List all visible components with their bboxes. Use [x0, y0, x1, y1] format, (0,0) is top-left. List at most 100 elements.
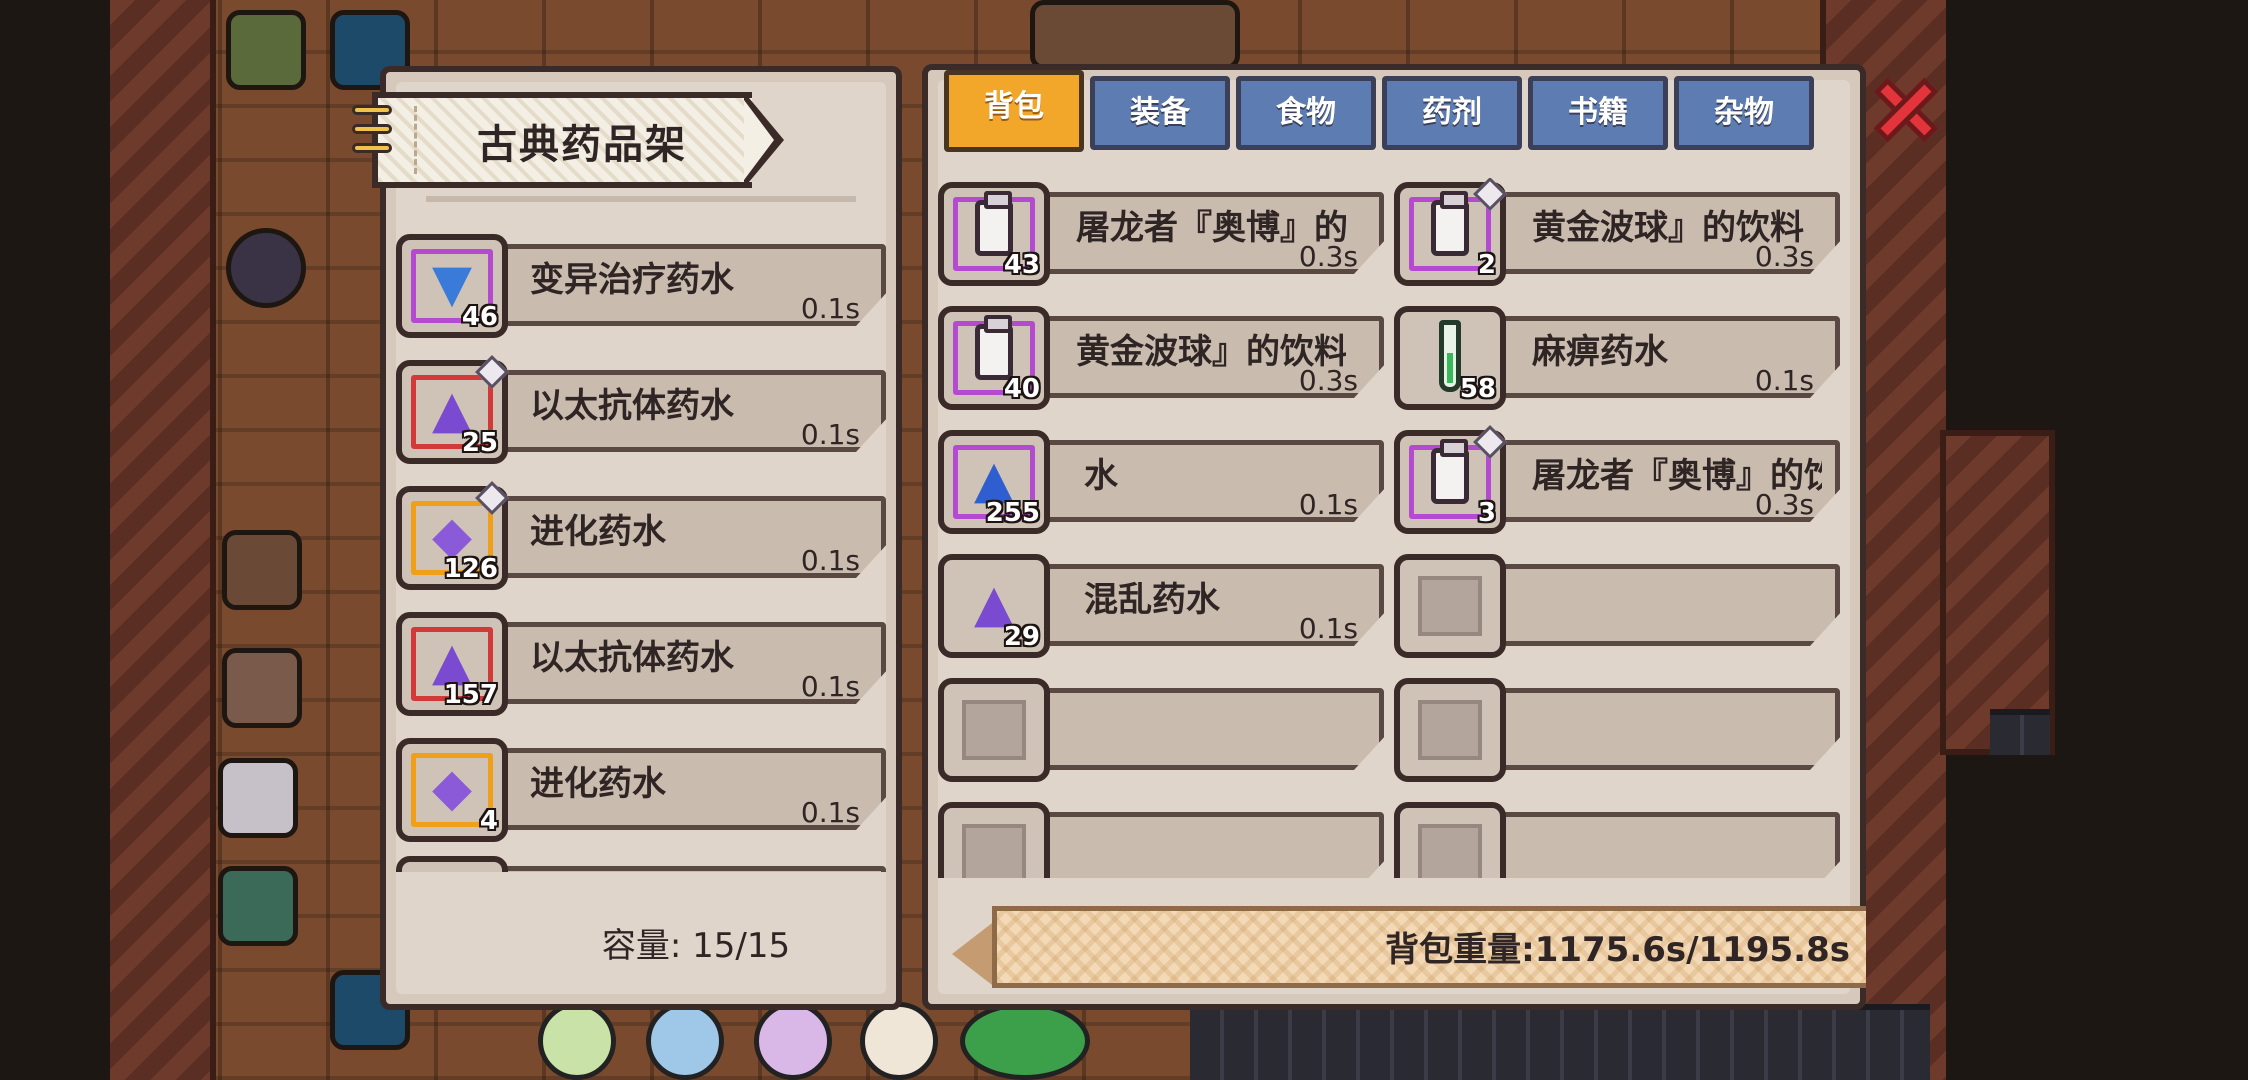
category-tabs: 背包 装备 食物 药剂 书籍 杂物: [944, 70, 1824, 156]
item-count: 25: [461, 428, 498, 458]
snail-shell-icon[interactable]: [218, 866, 298, 946]
npc-sprite[interactable]: [226, 10, 306, 90]
item-pile-icon[interactable]: [226, 228, 306, 308]
item-weight: 0.3s: [1298, 364, 1358, 397]
empty-slot-fill: [1418, 700, 1482, 760]
backpack-item-grid[interactable]: 43 屠龙者『奥博』的饮 0.3s 2 黄金波球』的饮料 0.3s 40: [938, 178, 1850, 878]
shelf-item-row[interactable]: ▲ 25 以太抗体药水 0.1s: [396, 355, 886, 468]
item-slot[interactable]: 40: [938, 306, 1050, 410]
backpack-weight-label: 背包重量:1175.6s/1195.8s: [1385, 930, 1850, 970]
item-count: 40: [1003, 374, 1040, 404]
bag-item-cell[interactable]: ▲ 29 混乱药水 0.1s: [938, 550, 1384, 662]
item-count: 2: [1477, 250, 1496, 280]
item-slot[interactable]: ▲ 157: [396, 612, 508, 716]
item-name: 以太抗体药水: [530, 638, 734, 678]
item-slot[interactable]: 2: [1394, 178, 1507, 286]
ribbon-tail: [952, 920, 996, 988]
item-slot[interactable]: ◆ 126: [396, 481, 509, 590]
bag-item-cell[interactable]: 43 屠龙者『奥博』的饮 0.3s: [938, 178, 1384, 290]
item-weight: 0.3s: [1754, 488, 1814, 521]
tab-food[interactable]: 食物: [1236, 76, 1376, 150]
list-divider: [426, 196, 856, 202]
bag-empty-cell[interactable]: [938, 674, 1384, 786]
tab-potions[interactable]: 药剂: [1382, 76, 1522, 150]
tab-misc[interactable]: 杂物: [1674, 76, 1814, 150]
shelf-item-list[interactable]: ▼ 46 变异治疗药水 0.1s ▲ 25 以太抗体药水 0.1s ◆ 126 …: [396, 196, 892, 872]
item-count: 126: [443, 554, 498, 584]
bag-empty-cell[interactable]: [1394, 550, 1840, 662]
item-name: 变异治疗药水: [530, 260, 734, 300]
item-name: 混乱药水: [1084, 580, 1220, 620]
item-slot[interactable]: [396, 856, 508, 872]
backpack-weight-bar: 背包重量:1175.6s/1195.8s: [952, 906, 1866, 988]
item-count: 3: [1477, 498, 1496, 528]
test-tube-rack-icon[interactable]: [218, 758, 298, 838]
anvil-icon[interactable]: [222, 648, 302, 728]
crafting-bench-icon[interactable]: [222, 530, 302, 610]
item-name: 进化药水: [530, 764, 666, 804]
green-chevron-icon[interactable]: [960, 1002, 1090, 1080]
egg-icon[interactable]: [538, 1002, 616, 1080]
item-slot[interactable]: ▲ 255: [938, 430, 1050, 534]
empty-slot[interactable]: [938, 678, 1050, 782]
shelf-item-row[interactable]: ▲ 157 以太抗体药水 0.1s: [396, 608, 886, 720]
bag-item-cell[interactable]: ▲ 255 水 0.1s: [938, 426, 1384, 538]
item-weight: 0.3s: [1298, 240, 1358, 273]
milk-jar-icon: [975, 191, 1013, 256]
notebook-rings-icon: [352, 100, 392, 180]
empty-slot-fill: [1418, 576, 1482, 636]
green-tube-icon: [1439, 320, 1461, 392]
egg-icon[interactable]: [646, 1002, 724, 1080]
bag-item-cell[interactable]: 2 黄金波球』的饮料 0.3s: [1394, 178, 1840, 290]
item-slot[interactable]: ◆ 4: [396, 738, 508, 842]
bag-item-cell[interactable]: 58 麻痹药水 0.1s: [1394, 302, 1840, 414]
shelf-title: 古典药品架: [477, 122, 687, 168]
wooden-counter: [1030, 0, 1240, 70]
empty-slot[interactable]: [1394, 678, 1506, 782]
empty-slot[interactable]: [938, 802, 1050, 878]
egg-icon[interactable]: [860, 1002, 938, 1080]
empty-slot[interactable]: [1394, 802, 1506, 878]
shelf-item-row[interactable]: ◆ 4 进化药水 0.1s: [396, 734, 886, 846]
empty-slot-fill: [1418, 824, 1482, 878]
empty-slot[interactable]: [1394, 554, 1506, 658]
item-weight: 0.1s: [800, 418, 860, 451]
game-scene: 古典药品架 ▼ 46 变异治疗药水 0.1s ▲ 25 以太抗体药水 0.1s: [0, 0, 2248, 1080]
milk-jar-icon: [1431, 439, 1469, 504]
shelf-capacity: 容量: 15/15: [601, 926, 791, 966]
item-weight: 0.1s: [800, 796, 860, 829]
item-slot[interactable]: 43: [938, 182, 1050, 286]
item-slot[interactable]: 58: [1394, 306, 1506, 410]
item-count: 29: [1003, 622, 1040, 652]
item-name: 水: [1084, 456, 1118, 496]
bag-item-cell[interactable]: 40 黄金波球』的饮料 0.3s: [938, 302, 1384, 414]
shelf-item-row[interactable]: ▼ 46 变异治疗药水 0.1s: [396, 230, 886, 342]
close-button[interactable]: [1872, 77, 1939, 143]
tab-backpack[interactable]: 背包: [944, 70, 1084, 152]
item-weight: 0.1s: [1754, 364, 1814, 397]
item-weight: 0.1s: [800, 544, 860, 577]
left-brick-wall: [110, 0, 216, 1080]
bag-empty-cell[interactable]: [938, 798, 1384, 878]
shelf-item-row[interactable]: ◆ 126 进化药水 0.1s: [396, 481, 886, 594]
shelf-item-row-partial[interactable]: [396, 852, 886, 872]
item-name: 进化药水: [530, 512, 666, 552]
item-slot[interactable]: ▲ 29: [938, 554, 1050, 658]
item-slot[interactable]: 3: [1394, 425, 1507, 534]
tab-equipment[interactable]: 装备: [1090, 76, 1230, 150]
bag-empty-cell[interactable]: [1394, 798, 1840, 878]
shelf-title-banner: 古典药品架: [352, 92, 792, 188]
tab-books[interactable]: 书籍: [1528, 76, 1668, 150]
milk-jar-icon: [1431, 191, 1469, 256]
item-slot[interactable]: ▼ 46: [396, 234, 508, 338]
item-slot[interactable]: ▲ 25: [396, 355, 509, 464]
bag-empty-cell[interactable]: [1394, 674, 1840, 786]
item-count: 4: [479, 806, 498, 836]
egg-icon[interactable]: [754, 1002, 832, 1080]
item-count: 46: [461, 302, 498, 332]
item-weight: 0.1s: [1298, 612, 1358, 645]
item-count: 157: [443, 680, 498, 710]
item-weight: 0.1s: [1298, 488, 1358, 521]
item-count: 255: [985, 498, 1040, 528]
bag-item-cell[interactable]: 3 屠龙者『奥博』的饮 0.3s: [1394, 425, 1840, 538]
